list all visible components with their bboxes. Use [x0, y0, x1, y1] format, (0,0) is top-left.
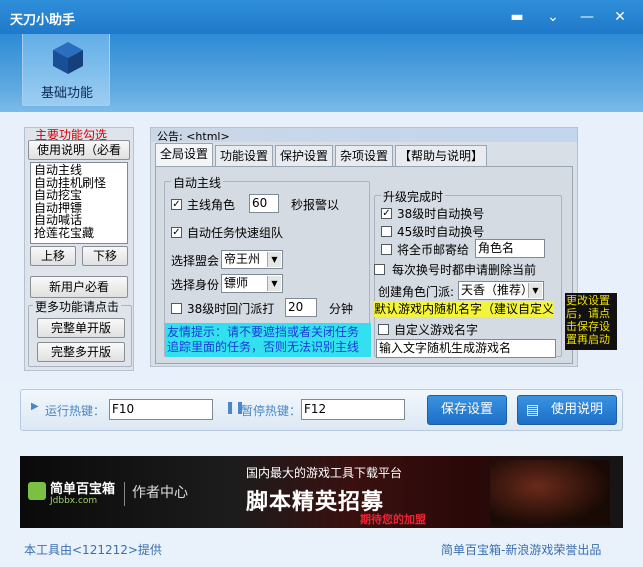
message-icon[interactable]: ▬	[507, 7, 527, 27]
return-sect-label: 38级时回门派打	[187, 302, 275, 316]
save-reminder-notice: 更改设置后，请点击保存设置再启动	[565, 293, 617, 350]
auto-team-checkbox[interactable]: ✓	[171, 227, 182, 238]
book-icon: ▤	[526, 402, 540, 418]
list-item[interactable]: 自动喊话	[34, 214, 124, 227]
swap-45-checkbox[interactable]	[381, 226, 392, 237]
title-bar: 天刀小助手 ▬ ⌄ — ✕	[0, 0, 643, 34]
main-role-checkbox[interactable]: ✓	[171, 199, 182, 210]
author-center: 作者中心	[132, 485, 188, 501]
alliance-select[interactable]: 帝王州 ▼	[221, 250, 283, 269]
menu-icon[interactable]: ⌄	[543, 7, 563, 27]
more-features-title: 更多功能请点击	[33, 298, 122, 315]
alliance-label: 选择盟会	[171, 254, 220, 268]
auto-team-label: 自动任务快速组队	[187, 226, 284, 240]
random-name-hint: 默认游戏内随机名字（建议自定义	[374, 301, 554, 317]
run-hotkey-input[interactable]: F10	[109, 399, 213, 420]
minimize-icon[interactable]: —	[577, 7, 597, 27]
banner-tagline: 国内最大的游戏工具下载平台	[246, 466, 403, 480]
brand-url: Jdbbx.com	[50, 496, 98, 506]
tab-protect-settings[interactable]: 保护设置	[275, 145, 333, 167]
banner-sub: 期待您的加盟	[360, 513, 426, 526]
warrior-image	[490, 460, 610, 526]
auto-main-group: 自动主线 ✓ 主线角色 60 秒报警以 ✓ 自动任务快速组队 选择盟会 帝王州 …	[164, 174, 371, 357]
swap-38-checkbox[interactable]: ✓	[381, 208, 392, 219]
mail-gold-checkbox[interactable]	[381, 244, 392, 255]
cube-icon	[53, 42, 83, 74]
help-button-label: 使用说明	[550, 402, 603, 417]
notice-text: 公告: <html>	[157, 130, 230, 143]
ad-banner[interactable]: 简单百宝箱 Jdbbx.com 作者中心 国内最大的游戏工具下载平台 脚本精英招…	[20, 456, 623, 528]
mail-role-input[interactable]: 角色名	[475, 239, 545, 258]
pause-hotkey-input[interactable]: F12	[301, 399, 405, 420]
tab-content: 自动主线 ✓ 主线角色 60 秒报警以 ✓ 自动任务快速组队 选择盟会 帝王州 …	[155, 166, 573, 364]
create-sect-value: 天香（推荐）	[461, 283, 534, 297]
return-sect-minutes-input[interactable]: 20	[285, 298, 317, 317]
settings-panel: 公告: <html> 全局设置 功能设置 保护设置 杂项设置 【帮助与说明】 自…	[150, 127, 578, 367]
hotkey-bar: ▶ 运行热键： F10 ❚❚ 暂停热键： F12 保存设置 ▤ 使用说明	[20, 389, 623, 431]
chevron-down-icon: ▼	[267, 276, 281, 291]
tip-text: 友情提示：请不要遮挡或者关闭任务追踪里面的任务，否则无法识别主线	[165, 323, 371, 357]
list-item[interactable]: 抢莲花宝藏	[34, 226, 124, 240]
chevron-down-icon: ▼	[528, 283, 542, 298]
minutes-unit: 分钟	[329, 302, 354, 316]
return-sect-checkbox[interactable]	[171, 303, 182, 314]
mail-gold-label: 将全币邮寄给	[397, 243, 470, 257]
full-single-button[interactable]: 完整单开版	[37, 318, 125, 338]
create-sect-label: 创建角色门派:	[378, 285, 455, 299]
help-button[interactable]: ▤ 使用说明	[517, 395, 617, 425]
full-multi-button[interactable]: 完整多开版	[37, 342, 125, 362]
left-panel: 主要功能勾选 使用说明（必看 自动主线 自动挂机刷怪 自动挖宝 自动押镖 自动喊…	[24, 127, 134, 371]
brand-name: 简单百宝箱	[50, 482, 116, 497]
alarm-label: 秒报警以	[291, 198, 340, 212]
delete-role-label: 每次换号时都申请删除当前	[392, 263, 537, 277]
tab-misc-settings[interactable]: 杂项设置	[335, 145, 393, 167]
auto-main-title: 自动主线	[171, 174, 224, 191]
move-up-button[interactable]: 上移	[30, 246, 76, 266]
identity-value: 镖师	[224, 276, 249, 290]
delete-role-checkbox[interactable]	[374, 264, 385, 275]
help-must-read-button[interactable]: 使用说明（必看	[28, 140, 130, 160]
new-user-button[interactable]: 新用户必看	[30, 276, 128, 298]
move-down-button[interactable]: 下移	[82, 246, 128, 266]
chevron-down-icon: ▼	[267, 252, 281, 267]
create-sect-select[interactable]: 天香（推荐） ▼	[458, 281, 544, 300]
close-icon[interactable]: ✕	[610, 7, 630, 27]
custom-name-checkbox[interactable]	[378, 324, 389, 335]
brand-logo-icon	[28, 482, 46, 500]
swap-45-label: 45级时自动换号	[397, 225, 485, 239]
list-item[interactable]: 自动主线	[34, 164, 124, 177]
tab-global-settings[interactable]: 全局设置	[155, 143, 213, 167]
play-icon: ▶	[31, 401, 39, 412]
nav-basic-label: 基础功能	[40, 86, 93, 101]
main-role-seconds-input[interactable]: 60	[249, 194, 279, 213]
feature-list[interactable]: 自动主线 自动挂机刷怪 自动挖宝 自动押镖 自动喊话 抢莲花宝藏	[30, 162, 128, 244]
notice-bar: 公告: <html>	[151, 128, 577, 143]
custom-name-input[interactable]: 输入文字随机生成游戏名	[376, 339, 556, 358]
footer-publisher: 简单百宝箱-新浪游戏荣誉出品	[441, 543, 602, 557]
more-features-group: 更多功能请点击 完整单开版 完整多开版	[28, 298, 132, 367]
main-role-label: 主线角色	[187, 198, 236, 212]
pause-hotkey-label: 暂停热键：	[241, 404, 302, 418]
swap-38-label: 38级时自动换号	[397, 207, 485, 221]
window-title: 天刀小助手	[10, 13, 76, 28]
nav-basic-functions[interactable]: 基础功能	[22, 34, 110, 106]
footer-provider: 本工具由<121212>提供	[24, 543, 162, 557]
upgrade-title: 升级完成时	[381, 188, 446, 205]
tab-function-settings[interactable]: 功能设置	[215, 145, 273, 167]
save-settings-button[interactable]: 保存设置	[427, 395, 507, 425]
identity-label: 选择身份	[171, 278, 220, 292]
custom-name-label: 自定义游戏名字	[394, 323, 479, 337]
tab-help[interactable]: 【帮助与说明】	[395, 145, 487, 167]
list-item[interactable]: 自动挖宝	[34, 189, 124, 202]
identity-select[interactable]: 镖师 ▼	[221, 274, 283, 293]
run-hotkey-label: 运行热键：	[45, 404, 106, 418]
alliance-value: 帝王州	[224, 252, 261, 266]
header: 基础功能	[0, 34, 643, 112]
